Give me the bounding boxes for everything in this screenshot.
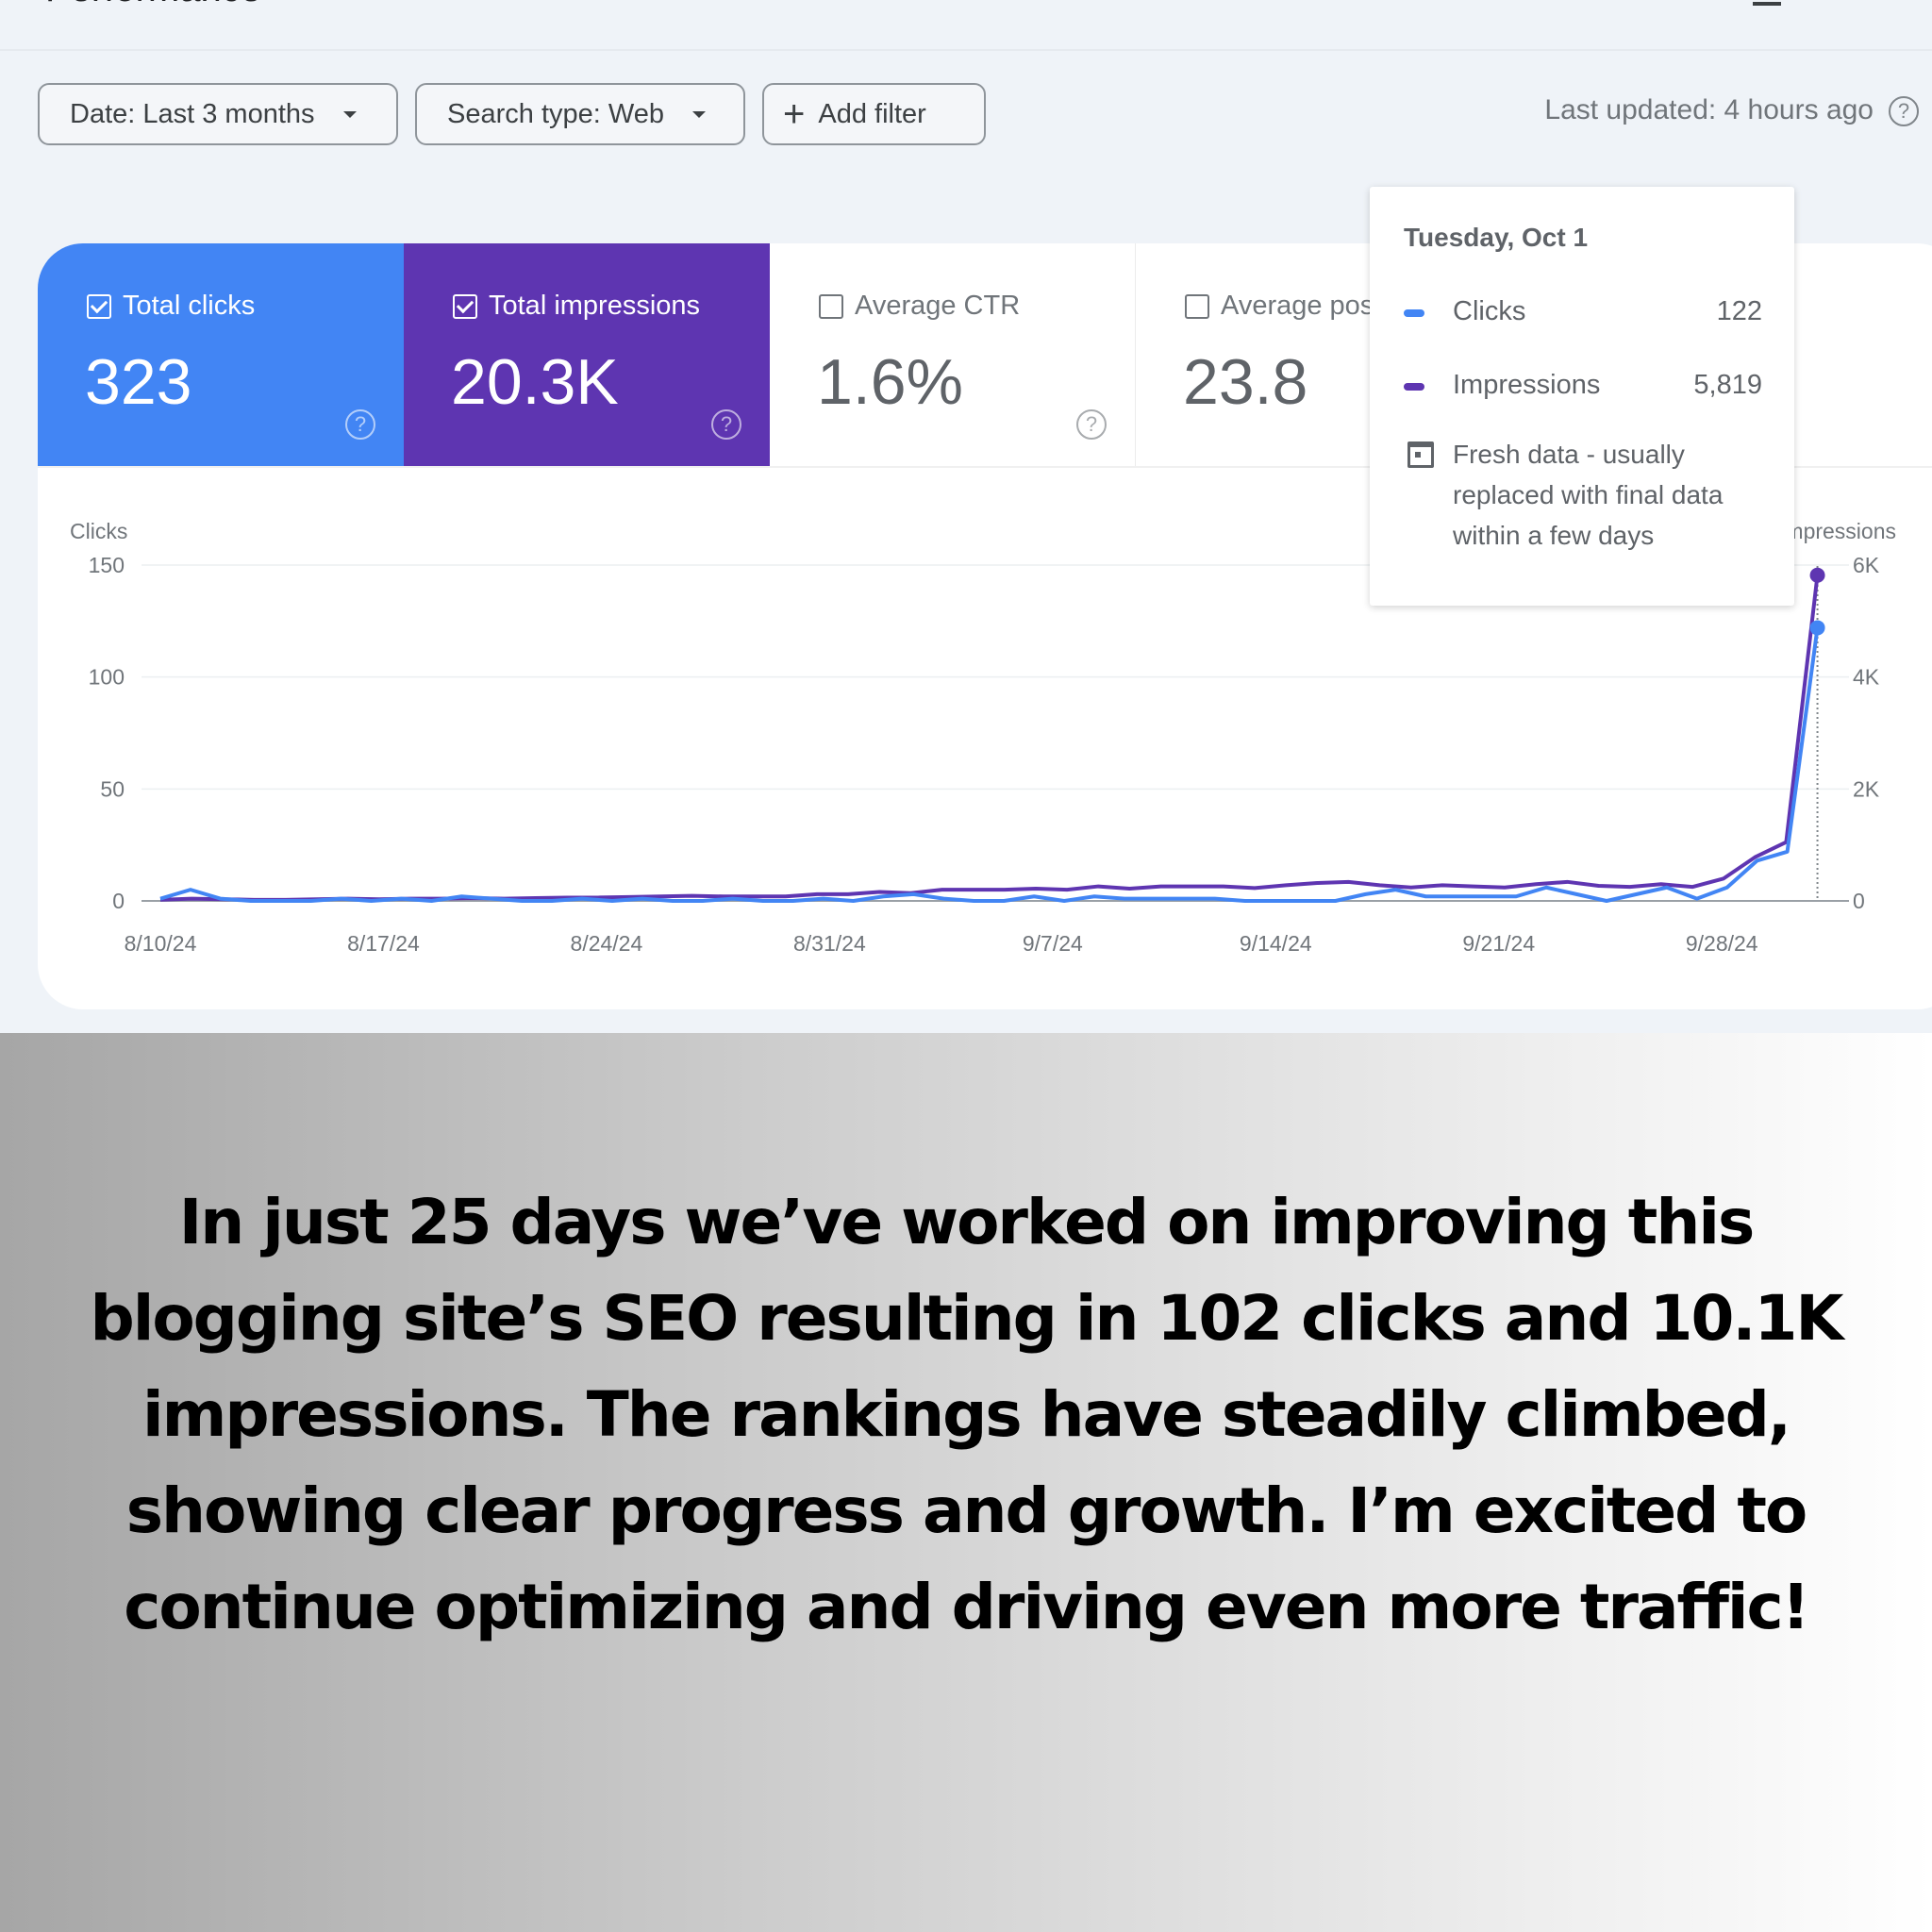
x-tick-label: 8/10/24 — [125, 931, 197, 956]
tooltip-series-name: Clicks — [1453, 296, 1526, 326]
x-tick-label: 9/7/24 — [1023, 931, 1083, 956]
chart-tooltip: Tuesday, Oct 1 Clicks 122 Impressions 5,… — [1370, 187, 1794, 606]
calendar-icon — [1407, 441, 1434, 468]
data-point-clicks[interactable] — [1809, 620, 1825, 636]
y-axis-title-right: Impressions — [1779, 519, 1896, 543]
y-tick-label-left: 0 — [112, 889, 125, 913]
x-tick-label: 8/24/24 — [571, 931, 643, 956]
y-axis-title-left: Clicks — [70, 519, 127, 543]
series-line-impressions — [159, 575, 1820, 902]
caption-text: In just 25 days we’ve worked on improvin… — [90, 1186, 1843, 1643]
y-tick-label-left: 100 — [89, 665, 125, 690]
series-line-clicks — [159, 627, 1820, 903]
y-tick-label-left: 150 — [89, 553, 125, 577]
tooltip-date: Tuesday, Oct 1 — [1404, 223, 1589, 252]
y-tick-label-right: 0 — [1853, 889, 1865, 913]
legend-swatch-impressions — [1404, 383, 1424, 391]
tooltip-series-name: Impressions — [1453, 370, 1601, 400]
tooltip-series-value: 5,819 — [1693, 370, 1762, 400]
x-tick-label: 9/21/24 — [1462, 931, 1535, 956]
tooltip-series-value: 122 — [1716, 296, 1762, 326]
x-tick-label: 9/14/24 — [1240, 931, 1312, 956]
x-tick-label: 9/28/24 — [1686, 931, 1758, 956]
data-point-impressions[interactable] — [1809, 567, 1825, 583]
y-tick-label-left: 50 — [100, 776, 125, 801]
y-tick-label-right: 2K — [1853, 776, 1880, 801]
search-console-performance: Performance EXPORT Date: Last 3 months S… — [0, 0, 1932, 1033]
caption-banner: In just 25 days we’ve worked on improvin… — [0, 1033, 1932, 1932]
legend-swatch-clicks — [1404, 309, 1424, 317]
x-tick-label: 8/31/24 — [793, 931, 866, 956]
y-tick-label-right: 6K — [1853, 553, 1880, 577]
y-tick-label-right: 4K — [1853, 665, 1880, 690]
tooltip-note: Fresh data - usually replaced with final… — [1453, 440, 1724, 550]
x-tick-label: 8/17/24 — [347, 931, 420, 956]
